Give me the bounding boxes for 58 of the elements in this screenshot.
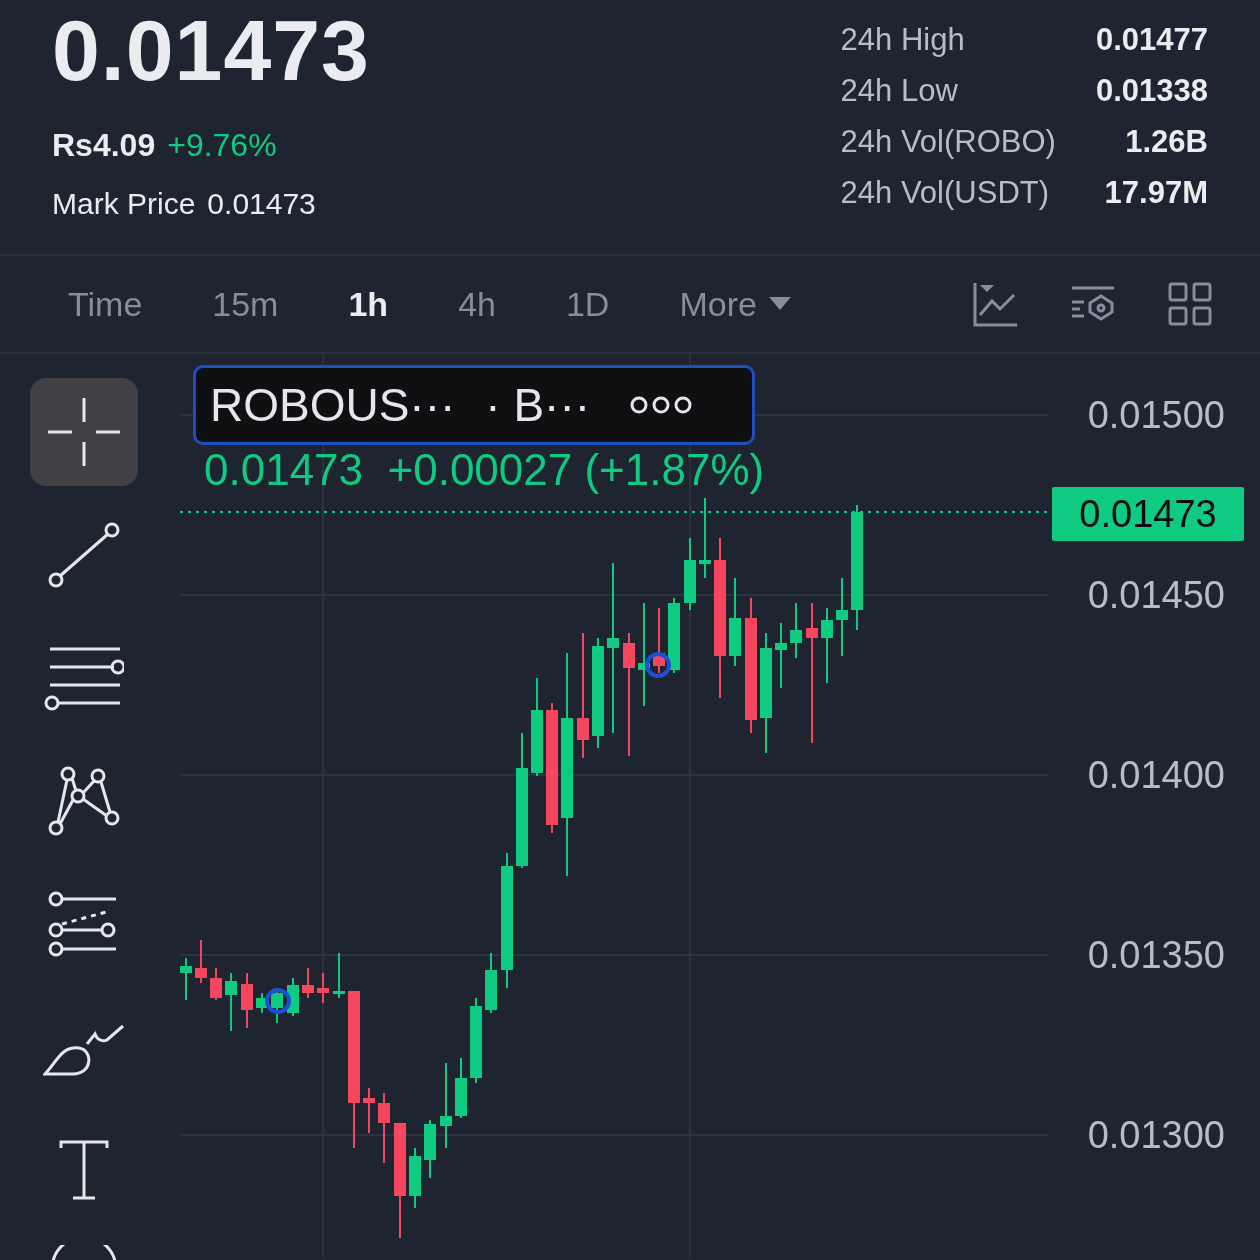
candle [485, 952, 497, 1014]
interval-tab[interactable]: 15m [212, 278, 279, 330]
candle [195, 939, 207, 984]
candle [363, 1087, 375, 1134]
candle [775, 622, 787, 689]
grid-layout-icon[interactable] [1168, 282, 1212, 326]
price-axis-label: 0.01400 [1087, 756, 1225, 794]
candle [409, 1147, 421, 1209]
price-axis-label: 0.01350 [1087, 936, 1225, 974]
last-price: 0.01473 [52, 7, 370, 93]
stat-label: 24h Vol(USDT) [840, 174, 1051, 212]
zigzag-pattern-icon [46, 766, 122, 836]
symbol-name: ROBOUS··· [210, 377, 456, 433]
crosshair-icon [46, 396, 122, 468]
interval-tab[interactable]: Time [68, 278, 143, 330]
stat-label: 24h High [840, 21, 966, 59]
price-axis-label: 0.01300 [1087, 1116, 1225, 1154]
change-percent: +9.76% [167, 126, 277, 165]
candle [653, 607, 665, 674]
price-axis-label: 0.01450 [1087, 576, 1225, 614]
current-price-tag: 0.01473 [1052, 487, 1244, 541]
price-change-quote: 0.01473 +0.00027 (+1.87%) [204, 448, 765, 492]
trade-marker [265, 988, 291, 1014]
stat-label: 24h Low [840, 72, 959, 110]
candle [225, 972, 237, 1032]
stat-value: 1.26B [1124, 123, 1208, 161]
mark-price: 0.01473 [207, 186, 316, 222]
line-chart-icon[interactable] [972, 281, 1018, 327]
interval-tab[interactable]: 4h [458, 278, 496, 330]
candle [287, 977, 299, 1017]
candle [210, 967, 222, 1001]
interval-tab[interactable]: 1h [348, 278, 389, 330]
more-dropdown[interactable]: More [679, 278, 791, 330]
candle [455, 1057, 467, 1119]
exchange-name: · B··· [485, 377, 591, 433]
candle [424, 1119, 436, 1179]
horizontal-lines-icon [44, 645, 124, 711]
candle [302, 967, 314, 999]
candle [333, 952, 345, 999]
stat-value: 0.01477 [1095, 21, 1208, 59]
more-options-icon[interactable] [630, 395, 693, 415]
candle [790, 602, 802, 659]
text-tool-icon [59, 1140, 109, 1200]
candle [256, 992, 268, 1014]
price-axis-label: 0.01500 [1087, 396, 1225, 434]
stat-label: 24h Vol(ROBO) [840, 123, 1056, 161]
mark-price-label: Mark Price [52, 186, 196, 222]
stat-value: 17.97M [1103, 174, 1208, 212]
fiat-price: Rs4.09 [52, 126, 156, 165]
line-segment-icon [48, 522, 120, 588]
interval-tab[interactable]: 1D [565, 278, 610, 330]
trade-marker [645, 652, 671, 678]
candle [180, 957, 192, 1001]
candle [378, 1092, 390, 1164]
stat-value: 0.01338 [1095, 72, 1208, 110]
candle [241, 972, 253, 1029]
candle [317, 972, 329, 1004]
caret-icon [768, 297, 791, 311]
